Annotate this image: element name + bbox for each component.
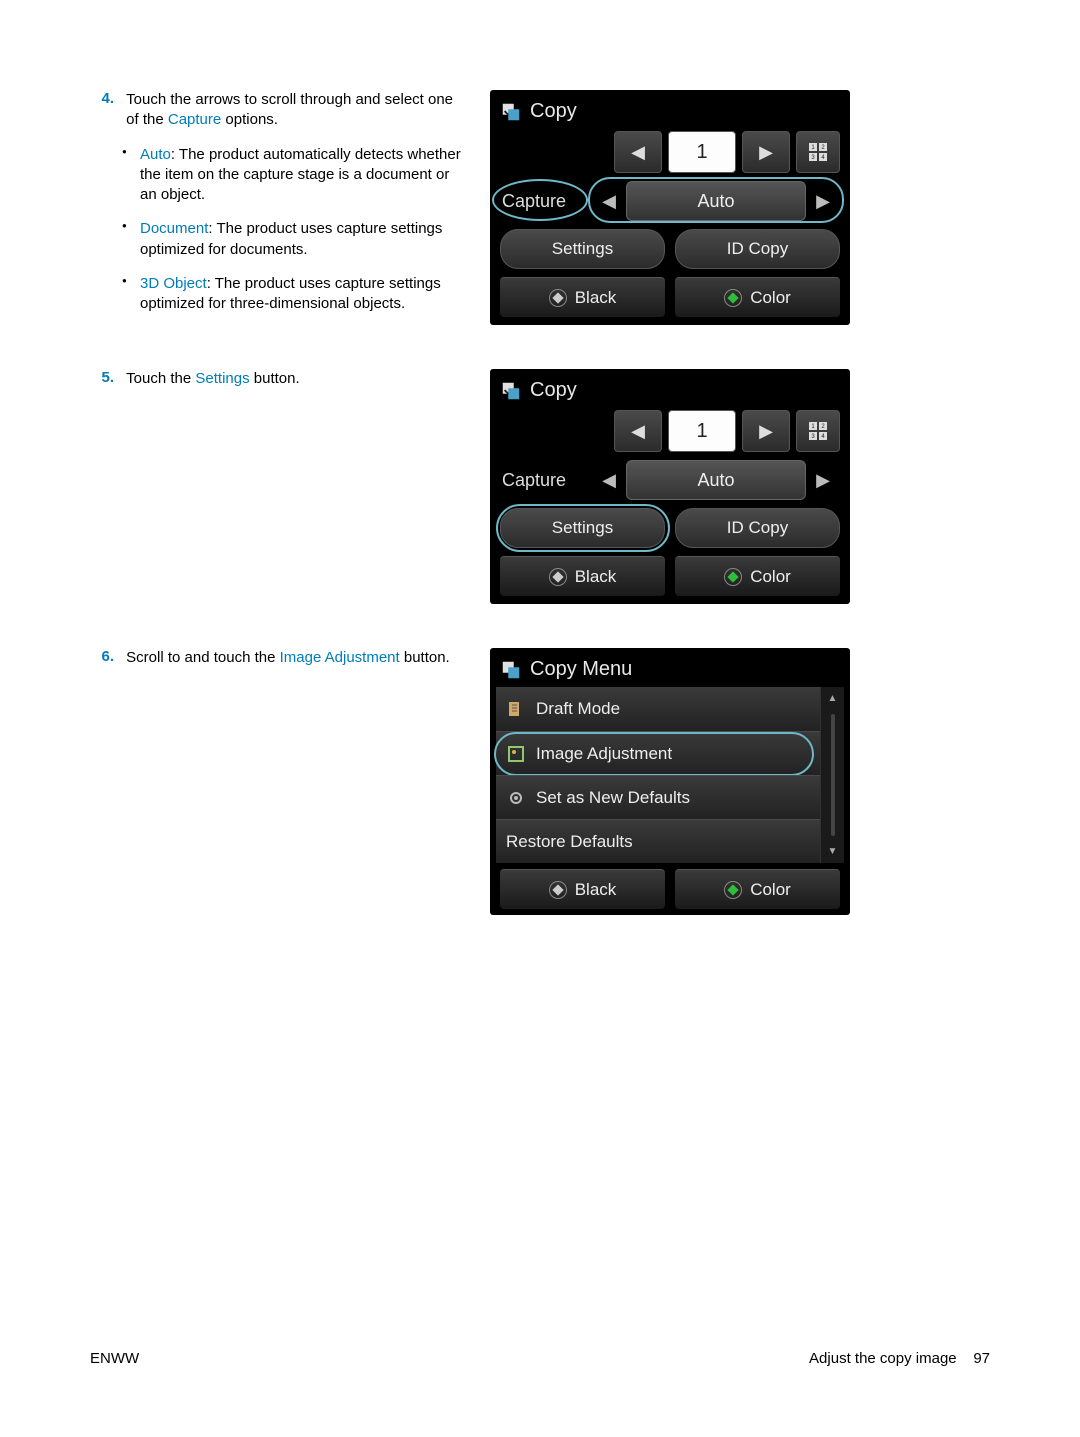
capture-next-button[interactable]: ▶	[806, 460, 840, 500]
bullet-document: Document: The product uses capture setti…	[122, 219, 470, 260]
keyword-capture: Capture	[168, 111, 221, 128]
settings-button[interactable]: Settings	[500, 508, 665, 548]
footer-left: ENWW	[90, 1350, 139, 1367]
copy-black-button[interactable]: Black	[500, 556, 665, 596]
gear-icon	[506, 788, 526, 808]
scroll-thumb[interactable]	[831, 714, 835, 836]
footer-right: Adjust the copy image 97	[809, 1350, 990, 1367]
count-increase-button[interactable]: ▶	[742, 131, 790, 173]
copy-panel-step5: Copy ◀ 1 ▶ 1234 Capture ◀ Auto ▶	[490, 369, 850, 604]
step-4-text: Touch the arrows to scroll through and s…	[126, 90, 466, 131]
diamond-icon	[549, 881, 567, 899]
scroll-up-icon[interactable]: ▲	[828, 687, 838, 710]
copy-color-button[interactable]: Color	[675, 869, 840, 909]
draft-mode-icon	[506, 699, 526, 719]
settings-button[interactable]: Settings	[500, 229, 665, 269]
step-4-number: 4.	[90, 90, 114, 107]
bullet-auto: Auto: The product automatically detects …	[122, 145, 470, 206]
diamond-green-icon	[724, 289, 742, 307]
copy-black-button[interactable]: Black	[500, 869, 665, 909]
capture-label: Capture	[500, 191, 592, 212]
menu-item-set-defaults[interactable]: Set as New Defaults	[496, 775, 820, 819]
image-adjustment-icon	[506, 744, 526, 764]
count-increase-button[interactable]: ▶	[742, 410, 790, 452]
menu-item-restore-defaults[interactable]: Restore Defaults	[496, 819, 820, 863]
menu-title: Copy Menu	[530, 658, 632, 681]
diamond-green-icon	[724, 568, 742, 586]
count-decrease-button[interactable]: ◀	[614, 410, 662, 452]
step-5-number: 5.	[90, 369, 114, 386]
bullet-3d-object: 3D Object: The product uses capture sett…	[122, 274, 470, 315]
menu-item-draft-mode[interactable]: Draft Mode	[496, 687, 820, 731]
id-copy-button[interactable]: ID Copy	[675, 229, 840, 269]
menu-scrollbar[interactable]: ▲ ▼	[820, 687, 844, 863]
diamond-icon	[549, 289, 567, 307]
panel-title: Copy	[530, 100, 577, 123]
copy-icon	[500, 380, 522, 402]
scroll-down-icon[interactable]: ▼	[828, 840, 838, 863]
copy-panel-step4: Copy ◀ 1 ▶ 1234 Capture ◀ Auto ▶	[490, 90, 850, 325]
keyword-settings: Settings	[195, 370, 249, 387]
capture-prev-button[interactable]: ◀	[592, 460, 626, 500]
copy-menu-panel: Copy Menu Draft Mode Image Adjustment	[490, 648, 850, 915]
capture-label: Capture	[500, 470, 592, 491]
diamond-icon	[549, 568, 567, 586]
id-copy-button[interactable]: ID Copy	[675, 508, 840, 548]
capture-value[interactable]: Auto	[626, 181, 806, 221]
diamond-green-icon	[724, 881, 742, 899]
layout-grid-button[interactable]: 1234	[796, 131, 840, 173]
capture-next-button[interactable]: ▶	[806, 181, 840, 221]
capture-prev-button[interactable]: ◀	[592, 181, 626, 221]
copy-black-button[interactable]: Black	[500, 277, 665, 317]
step-6-number: 6.	[90, 648, 114, 665]
layout-grid-button[interactable]: 1234	[796, 410, 840, 452]
copy-color-button[interactable]: Color	[675, 556, 840, 596]
keyword-image-adjustment: Image Adjustment	[280, 649, 400, 666]
copy-count-value[interactable]: 1	[668, 410, 736, 452]
copy-icon	[500, 101, 522, 123]
copy-count-value[interactable]: 1	[668, 131, 736, 173]
copy-color-button[interactable]: Color	[675, 277, 840, 317]
count-decrease-button[interactable]: ◀	[614, 131, 662, 173]
panel-title: Copy	[530, 379, 577, 402]
capture-value[interactable]: Auto	[626, 460, 806, 500]
step-6-text: Scroll to and touch the Image Adjustment…	[126, 648, 466, 668]
menu-item-image-adjustment[interactable]: Image Adjustment	[496, 731, 820, 775]
step-5-text: Touch the Settings button.	[126, 369, 466, 389]
copy-icon	[500, 659, 522, 681]
